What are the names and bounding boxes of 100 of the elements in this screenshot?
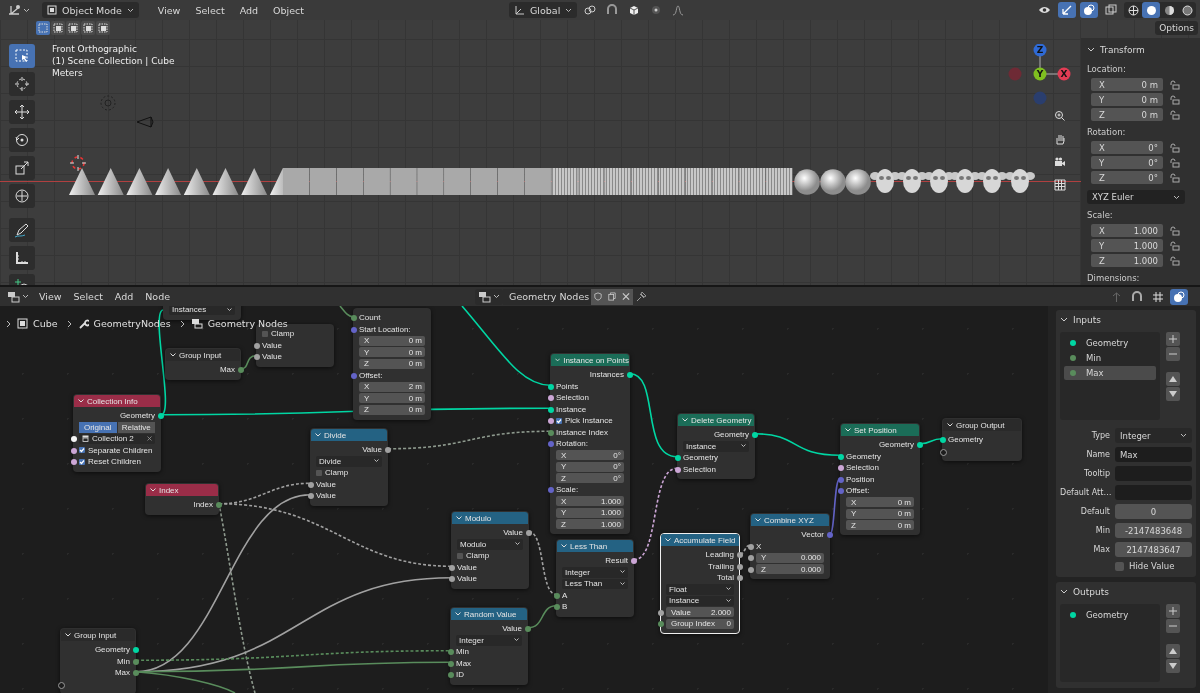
- node-header[interactable]: Group Input: [166, 349, 240, 361]
- menu-item[interactable]: Add: [109, 288, 139, 305]
- number-field[interactable]: Y 0°: [556, 461, 624, 472]
- node-header[interactable]: Collection Info: [74, 395, 160, 407]
- number-field[interactable]: Z 1.000: [556, 519, 624, 530]
- number-field[interactable]: X 0 m: [846, 497, 914, 508]
- node-card[interactable]: Set Position Geometry Geometry Selection Position Offset: X 0 m Y 0 m Z 0 m: [840, 423, 920, 535]
- menu-item[interactable]: Add: [233, 2, 265, 18]
- options-button[interactable]: Options: [1155, 21, 1198, 35]
- number-field[interactable]: Y 1.000: [1091, 239, 1163, 252]
- number-field[interactable]: 0: [1115, 504, 1192, 519]
- node-header[interactable]: Index: [146, 484, 218, 496]
- node-header[interactable]: Random Value: [451, 608, 527, 620]
- node-card[interactable]: Random Value Value Integer Min Max ID: [450, 607, 528, 685]
- node-dropdown[interactable]: Divide: [316, 456, 382, 467]
- text-field[interactable]: Max: [1115, 447, 1192, 462]
- number-field[interactable]: X 1.000: [556, 496, 624, 507]
- node-header[interactable]: Set Position: [841, 424, 919, 436]
- node-card[interactable]: Count Start Location: X 0 m Y 0 m Z 0 m Offset: X 2 m Y 0 m Z 0 m: [353, 308, 431, 420]
- axis-handle[interactable]: Y: [1033, 67, 1047, 81]
- socket-label: Geometry: [846, 451, 882, 461]
- number-field[interactable]: 2147483647: [1115, 542, 1192, 557]
- number-field[interactable]: Y 0 m: [359, 347, 425, 358]
- node-header[interactable]: Divide: [311, 429, 387, 441]
- number-field[interactable]: Z 0 m: [359, 404, 425, 415]
- list-item[interactable]: Max: [1064, 366, 1156, 380]
- number-field[interactable]: Y 0°: [1091, 156, 1163, 169]
- node-dropdown[interactable]: Integer: [562, 567, 628, 578]
- number-field[interactable]: Z 0 m: [1091, 108, 1163, 121]
- number-field[interactable]: Y 1.000: [556, 507, 624, 518]
- breadcrumb-item[interactable]: Cube: [33, 318, 58, 329]
- list-item[interactable]: Geometry: [1064, 336, 1156, 350]
- node-card[interactable]: Accumulate Field Leading Trailing Total Float Instance Value 2.000 Group Index 0: [660, 533, 740, 634]
- collection-field[interactable]: Collection 2: [79, 434, 155, 444]
- node-card[interactable]: Delete Geometry Geometry Instance Geometry Selection: [677, 413, 755, 479]
- number-field[interactable]: Group Index 0: [666, 618, 734, 629]
- node-card[interactable]: Group Input Geometry Min Max: [60, 628, 136, 693]
- mode-dropdown[interactable]: Object Mode: [42, 2, 139, 18]
- number-field[interactable]: Z 0°: [1091, 171, 1163, 184]
- node-card[interactable]: Group Input Max: [165, 348, 241, 380]
- node-header[interactable]: Combine XYZ: [751, 514, 829, 526]
- menu-item[interactable]: Select: [189, 2, 231, 18]
- number-field[interactable]: Z 0 m: [359, 358, 425, 369]
- menu-item[interactable]: Node: [140, 288, 176, 305]
- axis-handle[interactable]: Z: [1033, 44, 1047, 57]
- node-dropdown[interactable]: Instance: [666, 595, 734, 606]
- menu-item[interactable]: Select: [68, 288, 108, 305]
- list-item[interactable]: Min: [1064, 351, 1156, 365]
- number-field[interactable]: Value 2.000: [666, 607, 734, 618]
- node-header[interactable]: Group Input: [61, 629, 135, 641]
- type-dropdown[interactable]: Integer: [1115, 428, 1192, 443]
- toggle-option[interactable]: Relative: [117, 422, 155, 433]
- socket-label: Result: [605, 556, 628, 566]
- number-field[interactable]: Z 0 m: [846, 520, 914, 531]
- number-field[interactable]: X 1.000: [1091, 224, 1163, 237]
- node-title: Accumulate Field: [674, 535, 736, 545]
- number-field[interactable]: Y 0 m: [359, 393, 425, 404]
- node-header[interactable]: Group Output: [943, 419, 1021, 431]
- node-card[interactable]: Collection Info Geometry Original Relative Collection 2 Separate Children Reset Children: [73, 394, 161, 472]
- number-field[interactable]: Y 0.000: [756, 552, 824, 563]
- node-card[interactable]: Divide Value Divide Clamp Value Value: [310, 428, 388, 506]
- number-field[interactable]: X 0 m: [359, 335, 425, 346]
- node-card[interactable]: Modulo Value Modulo Clamp Value Value: [451, 511, 529, 589]
- node-dropdown[interactable]: Instance: [683, 441, 749, 452]
- axis-handle[interactable]: X: [1057, 67, 1071, 81]
- node-header[interactable]: Instance on Points: [551, 354, 629, 366]
- node-dropdown[interactable]: Integer: [456, 635, 522, 646]
- node-dropdown[interactable]: Float: [666, 584, 734, 595]
- node-card[interactable]: Less Than Result Integer Less Than A B: [556, 539, 634, 617]
- number-field[interactable]: Y 0 m: [1091, 93, 1163, 106]
- node-card[interactable]: Instance on Points Instances Points Selection Instance Pick Instance Instance Index Rotation: X 0° Y 0° Z 0° Scale: X 1.000 Y 1.000 Z 1.000: [550, 353, 630, 534]
- number-field[interactable]: Z 1.000: [1091, 254, 1163, 267]
- node-card[interactable]: Group Output Geometry: [942, 418, 1022, 461]
- number-field[interactable]: Z 0.000: [756, 564, 824, 575]
- rotation-mode-dropdown[interactable]: XYZ Euler: [1087, 190, 1185, 204]
- menu-item[interactable]: View: [34, 288, 67, 305]
- menu-item[interactable]: Object: [267, 2, 311, 18]
- node-header[interactable]: Modulo: [452, 512, 528, 524]
- checkbox-label: Reset Children: [88, 457, 141, 467]
- node-dropdown[interactable]: Instances: [169, 306, 235, 315]
- menu-item[interactable]: View: [151, 2, 187, 18]
- node-header[interactable]: Delete Geometry: [678, 414, 754, 426]
- node-header[interactable]: Accumulate Field: [661, 534, 739, 546]
- number-field[interactable]: X 0°: [556, 450, 624, 461]
- number-field[interactable]: X 0°: [1091, 141, 1163, 154]
- list-item[interactable]: Geometry: [1064, 608, 1156, 622]
- node-card[interactable]: Index Index: [145, 483, 219, 515]
- node-dropdown[interactable]: Less Than: [562, 578, 628, 589]
- node-card[interactable]: Instances: [163, 306, 241, 320]
- number-field[interactable]: Z 0°: [556, 473, 624, 484]
- number-field[interactable]: X 2 m: [359, 381, 425, 392]
- number-field[interactable]: X 0 m: [1091, 78, 1163, 91]
- node-header[interactable]: Less Than: [557, 540, 633, 552]
- orientation-dropdown[interactable]: Global: [509, 2, 578, 18]
- number-field[interactable]: -2147483648: [1115, 523, 1192, 538]
- node-card[interactable]: Combine XYZ Vector X Y 0.000 Z 0.000: [750, 513, 830, 579]
- number-field[interactable]: Y 0 m: [846, 508, 914, 519]
- toggle-option[interactable]: Original: [79, 422, 117, 433]
- node-dropdown[interactable]: Modulo: [457, 539, 523, 550]
- node-group-field[interactable]: Geometry Nodes: [503, 288, 592, 305]
